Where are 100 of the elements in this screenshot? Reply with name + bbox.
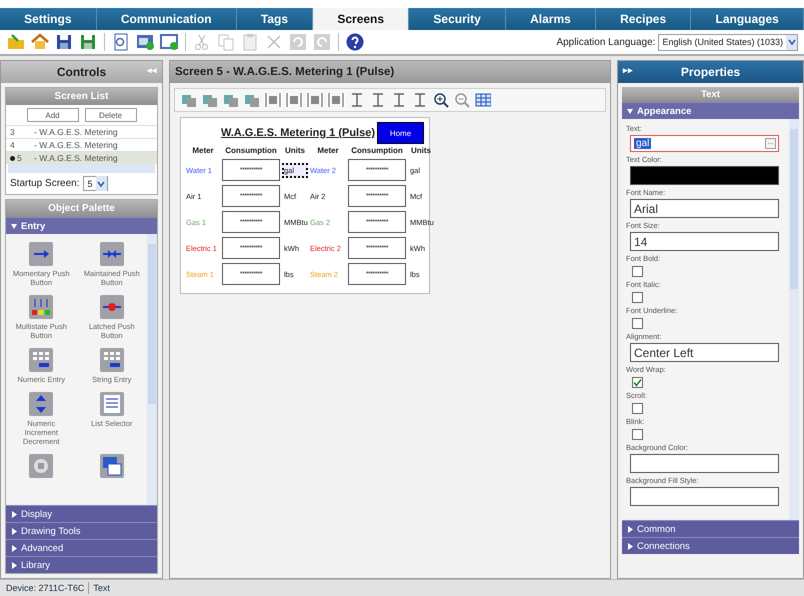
horizontal-scrollbar[interactable] <box>8 164 155 173</box>
home-button[interactable]: Home <box>377 122 424 144</box>
resize-icon[interactable] <box>412 92 428 108</box>
panel-title: Controls <box>56 65 106 79</box>
tab[interactable]: Tags <box>236 8 314 30</box>
multistate-button-icon[interactable] <box>29 295 54 319</box>
up-down-arrows-icon[interactable] <box>29 392 54 416</box>
editor-title: Screen 5 - W.A.G.E.S. Metering 1 (Pulse) <box>170 61 610 83</box>
column-header: Units <box>410 146 432 155</box>
tab[interactable]: Screens <box>313 8 410 30</box>
save-icon[interactable] <box>54 32 74 52</box>
directional-pad-icon[interactable] <box>29 454 54 478</box>
align-icon[interactable] <box>244 92 260 108</box>
checkbox[interactable] <box>632 377 643 388</box>
align-icon[interactable] <box>202 92 218 108</box>
collapsed-arrow-icon <box>11 562 17 568</box>
distribute-icon[interactable] <box>265 92 281 108</box>
expand-button[interactable]: ▸▸ <box>623 65 633 75</box>
palette-section-header[interactable]: Drawing Tools <box>6 522 157 539</box>
collapsed-arrow-icon <box>627 542 633 550</box>
resize-icon[interactable] <box>370 92 386 108</box>
palette-section-header[interactable]: Display <box>6 505 157 522</box>
folder-icon[interactable] <box>6 32 26 52</box>
text-field[interactable] <box>630 487 779 506</box>
list-icon[interactable] <box>100 392 124 416</box>
save-icon[interactable] <box>78 32 98 52</box>
screen-list-row[interactable]: 3 - W.A.G.E.S. Metering <box>6 125 157 138</box>
distribute-icon[interactable] <box>307 92 323 108</box>
language-dropdown[interactable]: English (United States) (1033) <box>658 34 798 50</box>
palette-section-header[interactable]: Advanced <box>6 539 157 556</box>
color-swatch[interactable] <box>630 166 779 185</box>
house-icon[interactable] <box>30 32 50 52</box>
text-field[interactable]: Center Left <box>630 343 779 362</box>
checkbox[interactable] <box>632 292 643 303</box>
vertical-scrollbar[interactable] <box>147 234 157 505</box>
screen-number: 5 <box>17 153 22 163</box>
tab[interactable]: Settings <box>0 8 97 30</box>
vertical-scrollbar[interactable] <box>789 119 799 520</box>
tab[interactable]: Security <box>409 8 506 30</box>
property-section-header[interactable]: Connections <box>622 537 799 554</box>
keypad-icon[interactable] <box>29 348 54 372</box>
collapsed-arrow-icon <box>11 528 17 534</box>
screen-name: - W.A.G.E.S. Metering <box>34 140 118 150</box>
palette-section-header[interactable]: Library <box>6 556 157 573</box>
distribute-icon[interactable] <box>286 92 302 108</box>
panel-title: Properties <box>680 65 740 79</box>
align-icon[interactable] <box>223 92 239 108</box>
tab[interactable]: Recipes <box>596 8 692 30</box>
tab[interactable]: Communication <box>96 8 237 30</box>
section-label: Common <box>637 524 676 534</box>
screen-check-icon[interactable] <box>159 32 179 52</box>
resize-icon[interactable] <box>391 92 407 108</box>
checkbox[interactable] <box>632 429 643 440</box>
section-label: Library <box>21 560 50 570</box>
section-title: Screen List <box>6 88 157 105</box>
latch-button-icon[interactable] <box>100 295 124 319</box>
distribute-icon[interactable] <box>328 92 344 108</box>
device-label: Device: 2711C-T6C <box>6 583 84 593</box>
screen-check-icon[interactable] <box>135 32 155 52</box>
zoom-in-icon[interactable] <box>433 92 449 108</box>
tab[interactable]: Languages <box>691 8 804 30</box>
screen-list-button[interactable]: Add <box>26 108 78 122</box>
screen-number: 4 <box>10 140 15 150</box>
column-header: Meter <box>316 146 340 155</box>
arrow-button-icon[interactable] <box>29 242 54 266</box>
grid-icon[interactable] <box>475 92 491 108</box>
column-header: Consumption <box>350 146 404 155</box>
help-icon[interactable] <box>345 32 365 52</box>
color-swatch[interactable] <box>630 454 779 473</box>
palette-section-header[interactable]: Entry <box>6 217 157 234</box>
property-section-header[interactable]: Appearance <box>622 102 799 119</box>
zoom-out-icon[interactable] <box>454 92 470 108</box>
expanded-arrow-icon <box>11 222 17 230</box>
startup-dropdown[interactable]: 5 <box>83 176 108 191</box>
checkbox[interactable] <box>632 403 643 414</box>
windows-icon[interactable] <box>100 454 124 478</box>
checkbox[interactable] <box>632 318 643 329</box>
property-section-header[interactable]: Common <box>622 520 799 537</box>
align-icon[interactable] <box>181 92 197 108</box>
keypad-icon[interactable] <box>100 348 124 372</box>
language-label: Application Language: <box>556 36 656 48</box>
arrows-button-icon[interactable] <box>100 242 124 266</box>
expanded-arrow-icon <box>627 108 633 114</box>
checkbox[interactable] <box>632 266 643 277</box>
column-header: Consumption <box>224 146 278 155</box>
screen-list-button[interactable]: Delete <box>84 108 136 122</box>
tab[interactable]: Alarms <box>506 8 596 30</box>
screen-name: - W.A.G.E.S. Metering <box>34 127 118 137</box>
screen-name: - W.A.G.E.S. Metering <box>34 153 118 163</box>
text-field[interactable]: Arial <box>630 199 779 218</box>
caret-icon <box>96 178 106 188</box>
resize-icon[interactable] <box>349 92 365 108</box>
screen-list-row[interactable]: 5 - W.A.G.E.S. Metering <box>6 151 157 164</box>
text-field[interactable]: 14 <box>630 232 779 251</box>
section-label: Connections <box>637 540 690 552</box>
section-label: Advanced <box>21 542 64 554</box>
collapsed-arrow-icon <box>11 544 17 552</box>
object-type-title: Text <box>622 87 799 102</box>
column-header: Meter <box>191 146 215 155</box>
caret-icon <box>786 37 796 47</box>
